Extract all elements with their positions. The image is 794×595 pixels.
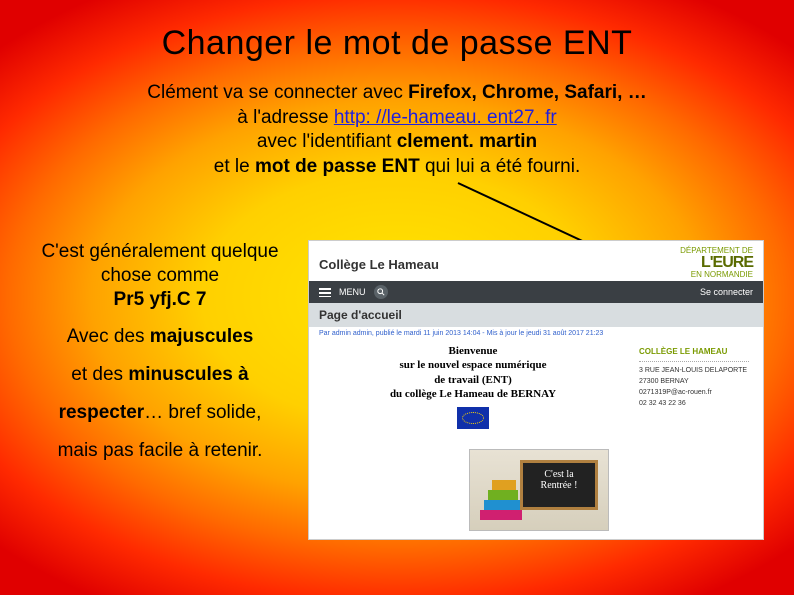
page-accueil-heading: Page d'accueil [309,303,763,327]
p2b: majuscules [150,326,254,347]
contact-block: COLLÈGE LE HAMEAU 3 RUE JEAN-LOUIS DELAP… [635,344,753,429]
contact-email: 0271319P@ac-rouen.fr [639,387,749,398]
p2a: Avec des [67,326,150,347]
search-icon[interactable] [374,285,388,299]
welcome-l1: Bienvenue [449,345,498,357]
logo-big: L'EURE [680,255,753,271]
contact-tel: 02 32 43 22 36 [639,398,749,409]
menu-bar: MENU Se connecter [309,281,763,303]
site-title: Collège Le Hameau [319,257,439,272]
slide: Changer le mot de passe ENT Clément va s… [0,0,794,595]
intro-l3b: clement. martin [397,131,537,152]
login-link[interactable]: Se connecter [700,287,753,297]
hamburger-icon[interactable] [319,288,331,297]
p5: mais pas facile à retenir. [30,439,290,463]
chalkboard-icon: C'est la Rentrée ! [520,460,598,510]
welcome-l2: sur le nouvel espace numérique [399,359,546,371]
contact-addr1: 3 RUE JEAN-LOUIS DELAPORTE [639,365,749,376]
rentree-image: C'est la Rentrée ! [469,449,609,531]
rentree-l2: Rentrée ! [541,480,578,491]
eure-logo: DÉPARTEMENT DE L'EURE EN NORMANDIE [680,247,753,279]
intro-text: Clément va se connecter avec Firefox, Ch… [30,81,764,180]
intro-l1b: Firefox, Chrome, Safari, … [408,82,647,103]
page-meta: Par admin admin, publié le mardi 11 juin… [309,327,763,340]
intro-l2a: à l'adresse [237,107,334,128]
intro-l3a: avec l'identifiant [257,131,397,152]
contact-addr2: 27300 BERNAY [639,376,749,387]
page-title: Changer le mot de passe ENT [30,24,764,63]
p1b: Pr5 yfj.C 7 [114,289,207,310]
p4a: respecter [59,402,145,423]
ent-url-link[interactable]: http: //le-hameau. ent27. fr [334,107,557,128]
rentree-l1: C'est la [544,469,573,480]
welcome-l3: de travail (ENT) [434,374,512,386]
p3a: et des [71,364,128,385]
contact-header: COLLÈGE LE HAMEAU [639,346,749,362]
intro-l4a: et le [214,156,255,177]
menu-label[interactable]: MENU [339,287,366,297]
p4b: … bref solide, [144,402,261,423]
left-column: C'est généralement quelque chose comme P… [30,240,290,540]
ent-screenshot: Collège Le Hameau DÉPARTEMENT DE L'EURE … [308,240,764,540]
intro-l4c: qui lui a été fourni. [420,156,581,177]
intro-l1a: Clément va se connecter avec [147,82,408,103]
logo-small2: EN NORMANDIE [691,270,753,279]
welcome-l4: du collège Le Hameau de BERNAY [390,388,556,400]
books-icon [480,480,524,524]
eu-flag-icon [457,407,489,429]
intro-l4b: mot de passe ENT [255,156,420,177]
p3b: minuscules à [128,364,248,385]
p1a: C'est généralement quelque chose comme [41,241,278,286]
welcome-block: Bienvenue sur le nouvel espace numérique… [319,344,627,429]
